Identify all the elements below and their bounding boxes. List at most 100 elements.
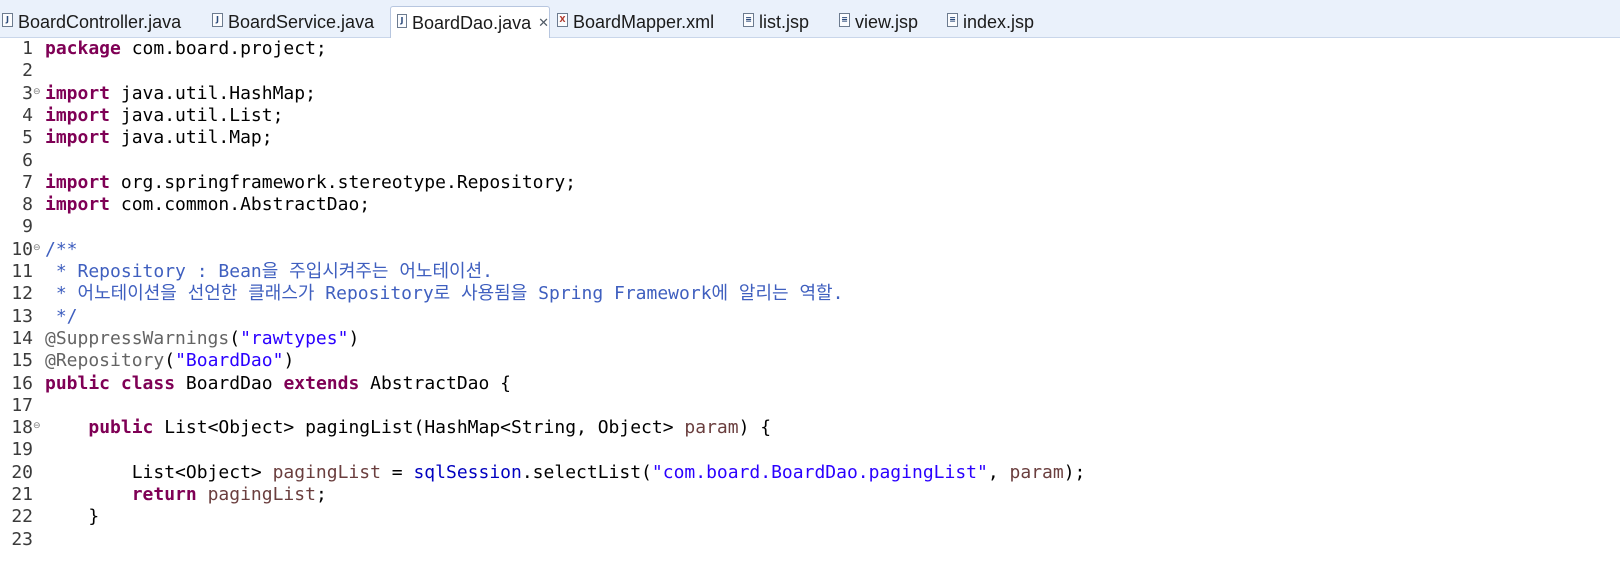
fold-toggle-icon[interactable]: ⊖ [33, 417, 41, 435]
line-number: 3 [22, 82, 33, 104]
tab-board-controller[interactable]: J BoardController.java [2, 6, 181, 38]
code-line[interactable]: 2 [0, 60, 1620, 82]
code-token: import [45, 82, 111, 104]
line-number: 7 [22, 171, 33, 193]
code-token: "com.board.BoardDao.pagingList" [651, 461, 988, 483]
fold-toggle-icon[interactable]: ⊖ [33, 239, 41, 257]
code-line[interactable]: 14 @SuppressWarnings("rawtypes") [0, 328, 1620, 350]
line-number: 18 [11, 417, 33, 439]
line-number: 6 [22, 149, 33, 171]
java-file-icon: J [397, 14, 408, 28]
code-line[interactable]: 8 import com.common.AbstractDao; [0, 194, 1620, 216]
code-line[interactable]: 9 [0, 216, 1620, 238]
code-line[interactable]: 5 import java.util.Map; [0, 127, 1620, 149]
code-token: ) [348, 327, 360, 349]
line-number: 9 [22, 216, 33, 238]
code-token: .selectList( [521, 461, 652, 483]
code-line[interactable]: 22 } [0, 506, 1620, 528]
code-text: } [45, 506, 99, 528]
code-token: /** [45, 238, 78, 260]
tab-index-jsp[interactable]: ≡ index.jsp [947, 6, 1034, 38]
code-line[interactable]: 17 [0, 395, 1620, 417]
xml-file-icon: X [557, 13, 568, 27]
code-line[interactable]: 12 * 어노테이션을 선언한 클래스가 Repository로 사용됨을 Sp… [0, 283, 1620, 305]
code-line[interactable]: 20 List<Object> pagingList = sqlSession.… [0, 462, 1620, 484]
code-line[interactable]: 19 [0, 439, 1620, 461]
close-icon[interactable]: ✕ [538, 16, 549, 31]
code-token: ( [229, 327, 241, 349]
fold-toggle-icon[interactable]: ⊖ [33, 83, 41, 101]
code-text: import java.util.Map; [45, 127, 273, 149]
line-number: 11 [11, 261, 33, 282]
code-token: List<Object> pagingList(HashMap<String, … [153, 417, 685, 439]
code-line[interactable]: 16 public class BoardDao extends Abstract… [0, 373, 1620, 395]
code-token: import [45, 104, 111, 126]
code-token: @SuppressWarnings [45, 327, 230, 349]
code-text: import java.util.HashMap; [45, 83, 316, 105]
code-token: * 어노테이션을 선언한 클래스가 Repository로 사용됨을 Sprin… [45, 283, 844, 305]
code-token: com.common.AbstractDao; [110, 194, 371, 216]
line-number: 12 [11, 283, 33, 305]
jsp-file-icon: ≡ [743, 13, 754, 27]
code-token: ; [315, 484, 327, 505]
code-line[interactable]: 21 return pagingList; [0, 484, 1620, 506]
code-line[interactable]: 11 * Repository : Bean을 주입시켜주는 어노테이션. [0, 261, 1620, 283]
code-token: org.springframework.stereotype.Repositor… [110, 171, 577, 193]
line-number: 2 [22, 60, 33, 82]
tab-label: BoardController.java [18, 11, 182, 32]
tab-list-jsp[interactable]: ≡ list.jsp [743, 6, 809, 38]
code-line[interactable]: 23 [0, 529, 1620, 551]
code-token: param [1009, 461, 1064, 483]
line-number: 4 [22, 104, 33, 126]
code-line[interactable]: 4 import java.util.List; [0, 105, 1620, 127]
code-token: import [45, 194, 111, 216]
line-number: 19 [11, 439, 33, 461]
code-token: public [88, 417, 154, 439]
line-number: 21 [11, 484, 33, 505]
code-token: java.util.Map; [110, 127, 273, 149]
code-token: "BoardDao" [175, 350, 284, 372]
code-text: * Repository : Bean을 주입시켜주는 어노테이션. [45, 261, 493, 283]
line-number: 5 [22, 127, 33, 149]
tab-board-mapper[interactable]: X BoardMapper.xml [557, 6, 714, 38]
code-line[interactable]: 7 import org.springframework.stereotype.R… [0, 172, 1620, 194]
tab-label: BoardDao.java [412, 12, 532, 33]
code-text: public class BoardDao extends AbstractDa… [45, 373, 511, 395]
tab-board-service[interactable]: J BoardService.java [212, 6, 374, 38]
code-line[interactable]: 3 ⊖ import java.util.HashMap; [0, 83, 1620, 105]
code-token: java.util.HashMap; [110, 82, 316, 104]
code-token: ) [283, 350, 295, 372]
java-file-icon: J [2, 13, 13, 27]
code-token: extends [283, 372, 360, 394]
line-number: 23 [11, 528, 33, 550]
code-token: } [45, 506, 100, 528]
tab-board-dao[interactable]: J BoardDao.java ✕ [390, 6, 550, 39]
line-number: 15 [11, 350, 33, 372]
code-token: sqlSession [413, 461, 522, 483]
jsp-file-icon: ≡ [947, 13, 958, 27]
tab-view-jsp[interactable]: ≡ view.jsp [839, 6, 918, 38]
code-line[interactable]: 6 [0, 150, 1620, 172]
code-token: public [45, 372, 111, 394]
code-token: * Repository : Bean을 주입시켜주는 어노테이션. [45, 261, 493, 282]
code-line[interactable]: 13 */ [0, 306, 1620, 328]
code-token: @Repository [45, 350, 165, 372]
code-token: pagingList [272, 461, 381, 483]
tab-label: list.jsp [759, 11, 810, 32]
line-number: 8 [22, 194, 33, 216]
code-text: return pagingList; [45, 484, 327, 506]
code-line[interactable]: 1 package com.board.project; [0, 38, 1620, 60]
code-token: BoardDao [175, 372, 284, 394]
java-file-icon: J [212, 13, 223, 27]
line-number: 16 [11, 372, 33, 394]
line-number: 1 [22, 38, 33, 59]
line-number: 13 [11, 305, 33, 327]
code-editor[interactable]: 1 package com.board.project; 2 3 ⊖ import jav… [0, 38, 1620, 567]
code-text: * 어노테이션을 선언한 클래스가 Repository로 사용됨을 Sprin… [45, 283, 844, 305]
code-line[interactable]: 18 ⊖ public List<Object> pagingList(HashM… [0, 417, 1620, 439]
line-number: 14 [11, 327, 33, 349]
code-line[interactable]: 10 ⊖/** [0, 239, 1620, 261]
code-line[interactable]: 15 @Repository("BoardDao") [0, 350, 1620, 372]
code-text: import org.springframework.stereotype.Re… [45, 172, 576, 194]
